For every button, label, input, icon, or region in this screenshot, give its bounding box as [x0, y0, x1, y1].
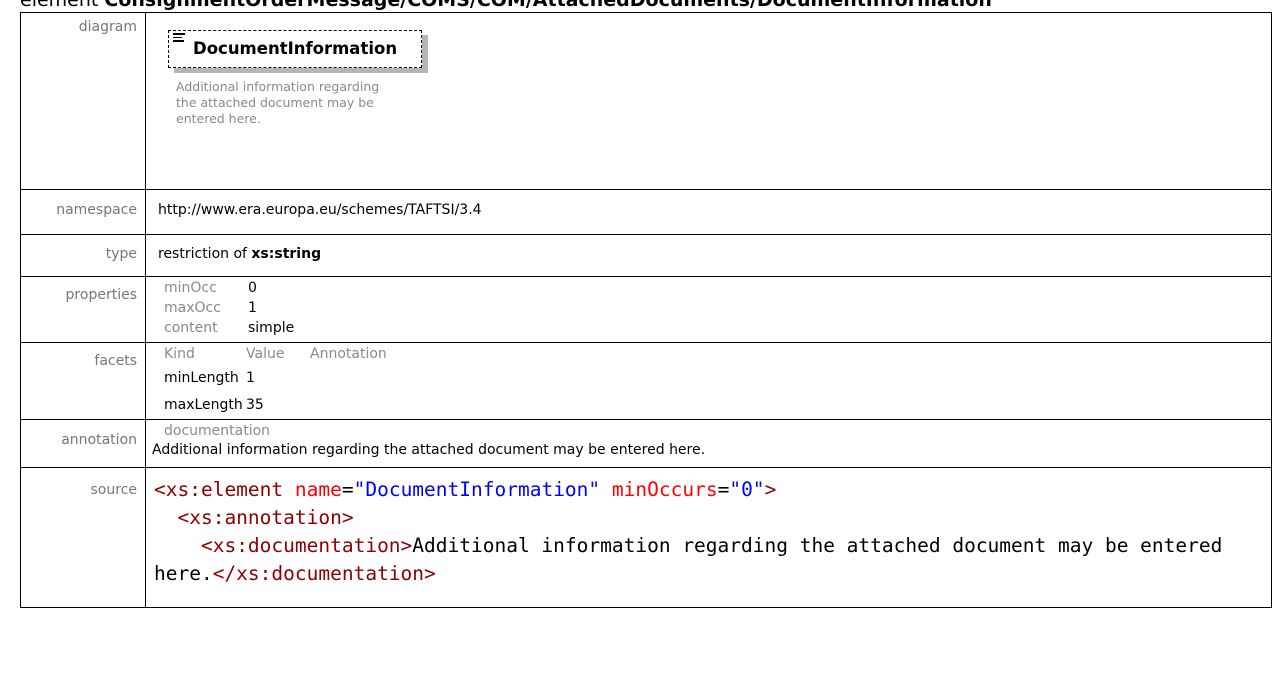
source-attr-value: "0"	[729, 478, 765, 501]
facets-cell: Kind Value Annotation minLength 1 maxLeng…	[145, 342, 1272, 420]
row-label-namespace: namespace	[20, 189, 146, 235]
row-namespace: namespace http://www.era.europa.eu/schem…	[20, 189, 1272, 235]
title-prefix: element	[20, 0, 99, 11]
type-prefix: restriction of	[158, 246, 252, 262]
prop-value: 0	[248, 280, 257, 296]
source-code: <xs:element name="DocumentInformation" m…	[154, 478, 1235, 585]
row-source: source <xs:element name="DocumentInforma…	[20, 467, 1272, 608]
facet-row: maxLength 35	[164, 390, 1271, 417]
page-title: element ConsignmentOrderMessage/COMS/COM…	[20, 0, 992, 11]
content-lines-icon	[173, 33, 186, 43]
facet-row: minLength 1	[164, 363, 1271, 390]
annotation-text: Additional information regarding the att…	[152, 442, 706, 458]
row-facets: facets Kind Value Annotation minLength 1 …	[20, 342, 1272, 420]
source-tag: <xs:documentation>	[200, 534, 413, 557]
annotation-cell: documentation Additional information reg…	[145, 419, 1272, 468]
prop-key: content	[164, 320, 218, 336]
row-label-source: source	[20, 467, 146, 608]
prop-value: 1	[248, 300, 257, 316]
row-label-type: type	[20, 234, 146, 277]
row-label-annotation: annotation	[20, 419, 146, 468]
title-name: ConsignmentOrderMessage/COMS/COM/Attache…	[104, 0, 992, 11]
element-diagram-box[interactable]: DocumentInformation	[168, 30, 422, 68]
source-tag: >	[764, 478, 777, 501]
diagram-documentation: Additional information regarding the att…	[176, 79, 380, 126]
source-tag: <xs:annotation>	[177, 506, 354, 529]
facet-kind: minLength	[164, 370, 239, 386]
source-attr: name	[294, 478, 342, 501]
facets-header-kind: Kind	[164, 346, 195, 362]
prop-key: minOcc	[164, 280, 217, 296]
annotation-header: documentation	[164, 423, 271, 439]
source-attr: minOccurs	[611, 478, 718, 501]
type-base[interactable]: xs:string	[251, 246, 321, 262]
diagram-element-name: DocumentInformation	[193, 39, 398, 58]
type-value: restriction of xs:string	[145, 234, 1272, 277]
row-label-diagram: diagram	[20, 12, 146, 190]
facets-header: Kind Value Annotation	[164, 345, 1271, 363]
row-type: type restriction of xs:string	[20, 234, 1272, 277]
facets-header-value: Value	[246, 346, 285, 362]
row-properties: properties minOcc 0 maxOcc 1 content simple	[20, 276, 1272, 343]
source-cell: <xs:element name="DocumentInformation" m…	[145, 467, 1272, 608]
row-label-properties: properties	[20, 276, 146, 343]
facets-header-annotation: Annotation	[310, 346, 387, 362]
facet-value: 35	[246, 397, 264, 413]
prop-key: maxOcc	[164, 300, 221, 316]
row-annotation: annotation documentation Additional info…	[20, 419, 1272, 468]
facet-kind: maxLength	[164, 397, 243, 413]
namespace-value: http://www.era.europa.eu/schemes/TAFTSI/…	[145, 189, 1272, 235]
properties-cell: minOcc 0 maxOcc 1 content simple	[145, 276, 1272, 343]
source-tag: <xs:element	[154, 478, 284, 501]
source-tag: </xs:documentation>	[212, 562, 436, 585]
diagram-cell: DocumentInformation Additional informati…	[145, 12, 1272, 190]
element-doc-table: diagram DocumentInformation Additional i…	[20, 12, 1272, 608]
row-label-facets: facets	[20, 342, 146, 420]
source-attr-value: "DocumentInformation"	[353, 478, 601, 501]
row-diagram: diagram DocumentInformation Additional i…	[20, 12, 1272, 190]
facet-value: 1	[246, 370, 255, 386]
prop-value: simple	[248, 320, 295, 336]
